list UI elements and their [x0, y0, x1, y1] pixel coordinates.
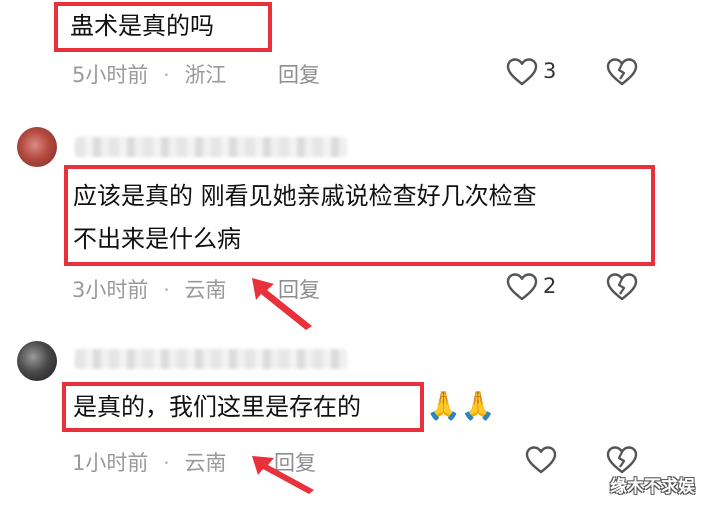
- avatar[interactable]: [17, 127, 57, 167]
- comment-time: 3小时前: [72, 278, 149, 302]
- heart-outline-icon[interactable]: [505, 272, 539, 302]
- separator-dot: ·: [163, 278, 170, 302]
- reply-button[interactable]: 回复: [278, 59, 320, 89]
- comment-meta-3: 1小时前 · 云南: [72, 447, 226, 477]
- red-arrow-annotation: [248, 272, 318, 336]
- broken-heart-icon[interactable]: [605, 445, 639, 475]
- comment-text-2-line1: 应该是真的 刚看见她亲戚说检查好几次检查: [73, 182, 537, 210]
- comment-time: 1小时前: [72, 451, 149, 475]
- broken-heart-icon[interactable]: [605, 272, 639, 302]
- broken-heart-icon[interactable]: [605, 57, 639, 87]
- comment-text-1: 蛊术是真的吗: [70, 12, 214, 40]
- username-blurred-underline: [75, 145, 347, 155]
- watermark: 缘木不求娱: [610, 477, 695, 497]
- username-blurred-underline: [75, 357, 347, 367]
- like-count: 2: [543, 274, 557, 298]
- separator-dot: ·: [163, 63, 170, 87]
- comment-location: 云南: [184, 278, 227, 302]
- comment-location: 云南: [184, 451, 227, 475]
- separator-dot: ·: [163, 451, 170, 475]
- comment-meta-2: 3小时前 · 云南: [72, 274, 226, 304]
- heart-outline-icon[interactable]: [524, 445, 558, 475]
- comment-time: 5小时前: [72, 63, 149, 87]
- avatar[interactable]: [17, 341, 57, 381]
- comment-location: 浙江: [184, 63, 227, 87]
- like-count: 3: [543, 59, 557, 83]
- comment-meta-1: 5小时前 · 浙江: [72, 59, 226, 89]
- comment-text-2-line2: 不出来是什么病: [73, 225, 241, 253]
- pray-emoji: 🙏🙏: [426, 389, 496, 422]
- comment-text-3: 是真的，我们这里是存在的: [73, 393, 361, 421]
- red-arrow-annotation: [248, 448, 318, 500]
- heart-outline-icon[interactable]: [505, 57, 539, 87]
